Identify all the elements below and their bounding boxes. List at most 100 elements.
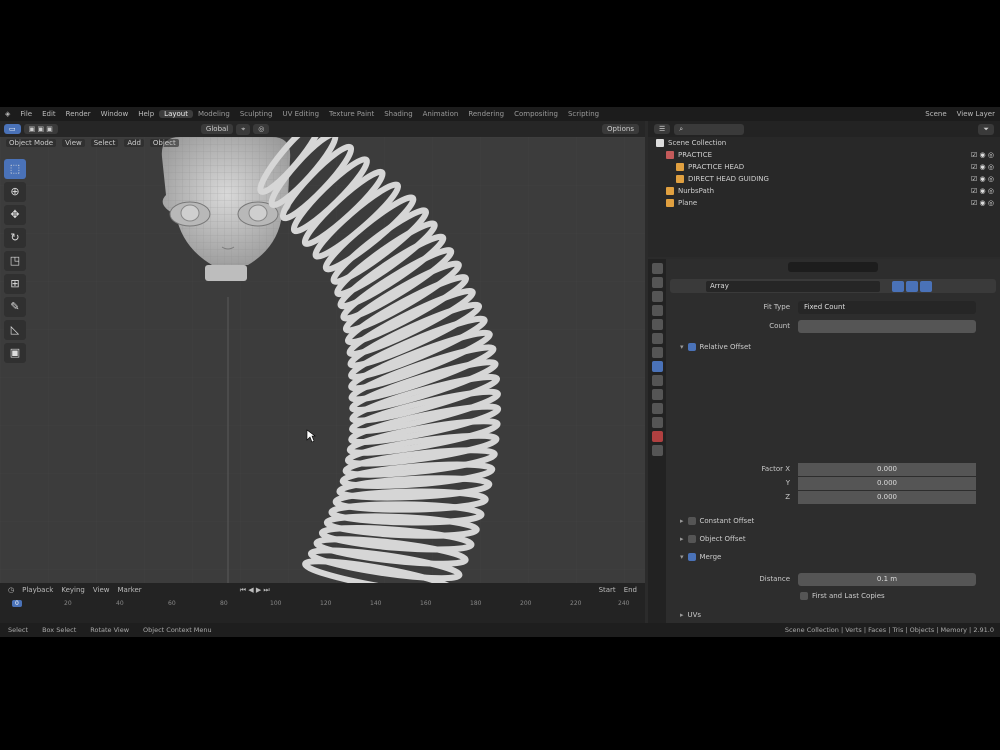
end-label[interactable]: End (624, 586, 637, 594)
playback-controls-icon[interactable]: ⏮ ◀ ▶ ⏭ (240, 586, 270, 595)
texture-tab-icon[interactable] (651, 445, 663, 456)
properties-editor[interactable]: Array Fit Type Fixed Count Count ▾ Relati… (648, 259, 1000, 627)
view-layer-tab-icon[interactable] (651, 305, 663, 316)
menu-window[interactable]: Window (96, 110, 134, 118)
viewport-menu-add[interactable]: Add (124, 139, 144, 147)
factor-y-field[interactable]: 0.000 (798, 477, 976, 490)
uvs-section[interactable]: ▸ UVs (680, 611, 701, 619)
scale-tool-icon[interactable]: ◳ (4, 251, 26, 271)
object-mode-dropdown[interactable]: Object Mode (6, 139, 57, 147)
constant-offset-section[interactable]: ▸ Constant Offset (680, 517, 754, 525)
menu-file[interactable]: File (15, 110, 37, 118)
relative-offset-section[interactable]: ▾ Relative Offset (680, 343, 751, 351)
viewport-menu-select[interactable]: Select (90, 139, 119, 147)
annotate-tool-icon[interactable]: ✎ (4, 297, 26, 317)
first-last-copies[interactable]: First and Last Copies (800, 592, 885, 600)
add-cube-tool-icon[interactable]: ▣ (4, 343, 26, 363)
timeline-view[interactable]: View (93, 586, 110, 594)
view-layer-selector[interactable]: View Layer (952, 110, 1000, 118)
visibility-toggle-icons[interactable]: ☑ ◉ ◎ (971, 175, 994, 183)
timeline-editor-icon[interactable]: ◷ (8, 586, 14, 594)
orientation-dropdown[interactable]: Global (200, 124, 234, 134)
cursor-tool-icon[interactable]: ⊕ (4, 182, 26, 202)
3d-viewport[interactable] (0, 137, 645, 583)
outliner-search-input[interactable]: ⌕ (674, 123, 745, 135)
render-tab-icon[interactable] (651, 277, 663, 288)
tab-rendering[interactable]: Rendering (463, 110, 509, 118)
tab-texture-paint[interactable]: Texture Paint (324, 110, 379, 118)
tool-tab-icon[interactable] (651, 263, 663, 274)
rotate-tool-icon[interactable]: ↻ (4, 228, 26, 248)
start-label[interactable]: Start (599, 586, 616, 594)
fit-type-dropdown[interactable]: Fixed Count (798, 301, 976, 314)
merge-checkbox[interactable] (687, 553, 696, 561)
outliner-row[interactable]: NurbsPath ☑ ◉ ◎ (648, 185, 1000, 197)
measure-tool-icon[interactable]: ◺ (4, 320, 26, 340)
outliner-row[interactable]: PRACTICE HEAD ☑ ◉ ◎ (648, 161, 1000, 173)
constant-offset-checkbox[interactable] (687, 517, 696, 525)
menu-render[interactable]: Render (61, 110, 96, 118)
array-modifier-name[interactable]: Array (706, 280, 880, 292)
move-tool-icon[interactable]: ✥ (4, 205, 26, 225)
timeline[interactable]: ◷ Playback Keying View Marker ⏮ ◀ ▶ ⏭ St… (0, 583, 645, 623)
world-tab-icon[interactable] (651, 333, 663, 344)
blender-logo-icon[interactable]: ◈ (0, 110, 15, 118)
object-tab-icon[interactable] (651, 347, 663, 358)
tab-layout[interactable]: Layout (159, 110, 193, 118)
scene-tab-icon[interactable] (651, 319, 663, 330)
array-modifier-header[interactable]: Array (670, 279, 996, 293)
mode-icons[interactable]: ▣ ▣ ▣ (23, 124, 58, 134)
material-tab-icon[interactable] (651, 431, 663, 442)
display-mode-icon[interactable]: ☰ (654, 124, 671, 134)
snap-icon[interactable]: ⌖ (236, 123, 251, 135)
distance-field[interactable]: 0.1 m (798, 573, 976, 586)
modifier-tab-icon[interactable] (651, 361, 663, 372)
menu-edit[interactable]: Edit (37, 110, 61, 118)
outliner-row[interactable]: Plane ☑ ◉ ◎ (648, 197, 1000, 209)
outliner-row[interactable]: PRACTICE ☑ ◉ ◎ (648, 149, 1000, 161)
tab-modeling[interactable]: Modeling (193, 110, 235, 118)
first-last-checkbox[interactable] (800, 592, 808, 600)
transform-tool-icon[interactable]: ⊞ (4, 274, 26, 294)
physics-tab-icon[interactable] (651, 389, 663, 400)
filter-icon[interactable]: ⏷ (978, 123, 994, 135)
factor-z-field[interactable]: 0.000 (798, 491, 976, 504)
select-box-tool-icon[interactable]: ⬚ (4, 159, 26, 179)
visibility-toggle-icons[interactable]: ☑ ◉ ◎ (971, 187, 994, 195)
tab-uv-editing[interactable]: UV Editing (278, 110, 325, 118)
visibility-toggle-icons[interactable]: ☑ ◉ ◎ (971, 199, 994, 207)
object-offset-section[interactable]: ▸ Object Offset (680, 535, 746, 543)
tab-scripting[interactable]: Scripting (563, 110, 604, 118)
timeline-playback[interactable]: Playback (22, 586, 53, 594)
count-field[interactable] (798, 320, 976, 333)
scene-collection-row[interactable]: Scene Collection (648, 137, 1000, 149)
viewport-menu-object[interactable]: Object (149, 139, 179, 147)
tab-animation[interactable]: Animation (418, 110, 464, 118)
timeline-marker[interactable]: Marker (117, 586, 141, 594)
object-offset-checkbox[interactable] (687, 535, 696, 543)
tab-shading[interactable]: Shading (379, 110, 417, 118)
data-tab-icon[interactable] (651, 417, 663, 428)
relative-offset-checkbox[interactable] (687, 343, 696, 351)
properties-search-input[interactable] (788, 262, 878, 272)
visibility-toggle-icons[interactable]: ☑ ◉ ◎ (971, 151, 994, 159)
menu-help[interactable]: Help (133, 110, 159, 118)
proportional-edit-icon[interactable]: ◎ (253, 124, 270, 134)
scene-selector[interactable]: Scene (920, 110, 951, 118)
particles-tab-icon[interactable] (651, 375, 663, 386)
frame-ruler[interactable]: 0 20 40 60 80 100 120 140 160 180 200 22… (0, 599, 645, 611)
constraints-tab-icon[interactable] (651, 403, 663, 414)
outliner[interactable]: ☰ ⌕ ⏷ Scene Collection PRACTICE ☑ ◉ ◎ PRAC… (648, 121, 1000, 257)
output-tab-icon[interactable] (651, 291, 663, 302)
modifier-toggle-icons[interactable] (892, 280, 932, 292)
tab-sculpting[interactable]: Sculpting (235, 110, 278, 118)
viewport-menu-view[interactable]: View (62, 139, 85, 147)
current-frame[interactable]: 0 (12, 600, 22, 607)
outliner-row[interactable]: DIRECT HEAD GUIDING ☑ ◉ ◎ (648, 173, 1000, 185)
timeline-keying[interactable]: Keying (61, 586, 85, 594)
visibility-toggle-icons[interactable]: ☑ ◉ ◎ (971, 163, 994, 171)
tab-compositing[interactable]: Compositing (509, 110, 563, 118)
factor-x-field[interactable]: 0.000 (798, 463, 976, 476)
select-tool-icon[interactable]: ▭ (4, 124, 21, 134)
merge-section[interactable]: ▾ Merge (680, 553, 721, 561)
